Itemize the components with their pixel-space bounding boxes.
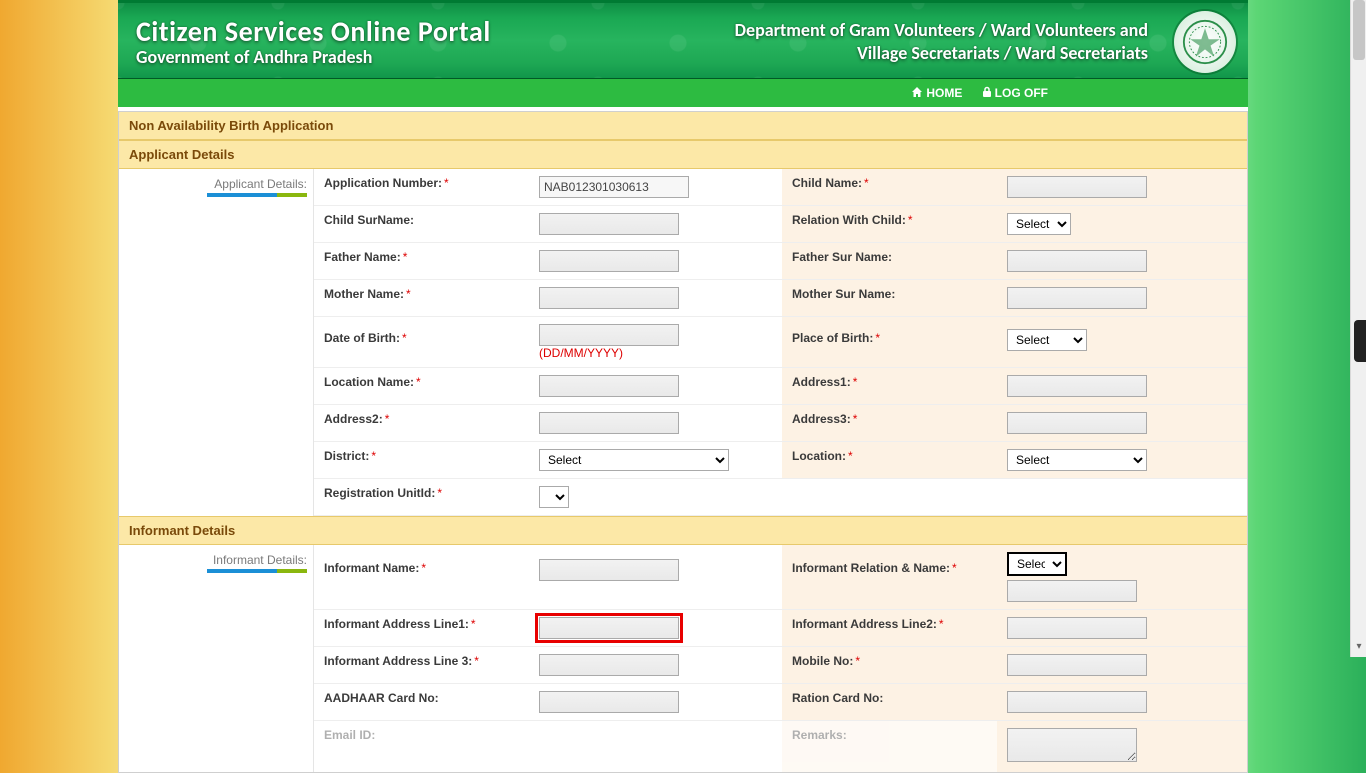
informant-addr3-label: Informant Address Line 3:	[324, 654, 472, 668]
location-label: Location:	[792, 449, 846, 463]
child-surname-label: Child SurName:	[324, 213, 414, 227]
informant-side-label-col: Informant Details:	[119, 545, 313, 772]
ration-card-input[interactable]	[1007, 691, 1147, 713]
address2-label: Address2:	[324, 412, 383, 426]
relation-with-child-select[interactable]: Select	[1007, 213, 1071, 235]
informant-relation-label: Informant Relation & Name:	[792, 561, 950, 575]
scrollbar-down-arrow-icon[interactable]: ▾	[1353, 641, 1365, 655]
page-container: Citizen Services Online Portal Governmen…	[118, 0, 1248, 773]
applicant-side-label: Applicant Details:	[214, 177, 307, 191]
father-surname-label: Father Sur Name:	[792, 250, 892, 264]
registration-unit-select[interactable]	[539, 486, 569, 508]
child-name-input[interactable]	[1007, 176, 1147, 198]
mobile-no-input[interactable]	[1007, 654, 1147, 676]
top-navbar: HOME LOG OFF	[118, 79, 1248, 107]
applicant-form-area: Applicant Details: Application Number:* …	[119, 169, 1247, 516]
informant-relation-select[interactable]: Select	[1007, 552, 1067, 576]
home-link[interactable]: HOME	[911, 86, 965, 100]
location-select[interactable]: Select	[1007, 449, 1147, 471]
father-name-label: Father Name:	[324, 250, 401, 264]
email-id-label: Email ID:	[324, 728, 375, 742]
applicant-grid: Application Number:* Child Name:* Child …	[313, 169, 1247, 516]
dob-format-hint: (DD/MM/YYYY)	[539, 346, 623, 360]
lock-icon	[982, 80, 992, 108]
address1-label: Address1:	[792, 375, 851, 389]
decorative-underline	[207, 569, 307, 573]
address1-input[interactable]	[1007, 375, 1147, 397]
informant-name-label: Informant Name:	[324, 561, 419, 575]
logoff-link[interactable]: LOG OFF	[982, 86, 1048, 100]
header-banner: Citizen Services Online Portal Governmen…	[118, 0, 1248, 79]
mother-name-input[interactable]	[539, 287, 679, 309]
ration-card-label: Ration Card No:	[792, 691, 883, 705]
father-surname-input[interactable]	[1007, 250, 1147, 272]
aadhaar-input[interactable]	[539, 691, 679, 713]
page-title-bar: Non Availability Birth Application	[119, 112, 1247, 140]
relation-with-child-label: Relation With Child:	[792, 213, 906, 227]
department-line1: Department of Gram Volunteers / Ward Vol…	[735, 19, 1148, 42]
application-number-input[interactable]	[539, 176, 689, 198]
informant-addr2-input[interactable]	[1007, 617, 1147, 639]
registration-unit-label: Registration UnitId:	[324, 486, 435, 500]
address3-input[interactable]	[1007, 412, 1147, 434]
home-icon	[911, 80, 923, 108]
mother-name-label: Mother Name:	[324, 287, 404, 301]
department-name: Department of Gram Volunteers / Ward Vol…	[735, 19, 1148, 64]
child-surname-input[interactable]	[539, 213, 679, 235]
informant-section-bar: Informant Details	[119, 516, 1247, 545]
informant-relation-name-input[interactable]	[1007, 580, 1137, 602]
side-tab-handle[interactable]	[1354, 320, 1366, 362]
department-line2: Village Secretariats / Ward Secretariats	[735, 42, 1148, 65]
mobile-no-label: Mobile No:	[792, 654, 853, 668]
informant-addr1-label: Informant Address Line1:	[324, 617, 469, 631]
informant-addr1-input[interactable]	[539, 617, 679, 639]
location-name-input[interactable]	[539, 375, 679, 397]
aadhaar-label: AADHAAR Card No:	[324, 691, 439, 705]
home-link-label: HOME	[926, 86, 962, 100]
informant-grid: Informant Name:* Informant Relation & Na…	[313, 545, 1247, 772]
content-panel: Non Availability Birth Application Appli…	[118, 111, 1248, 773]
informant-name-input[interactable]	[539, 559, 679, 581]
remarks-textarea[interactable]	[1007, 728, 1137, 762]
dob-label: Date of Birth:	[324, 331, 400, 345]
address3-label: Address3:	[792, 412, 851, 426]
state-seal-icon	[1174, 11, 1236, 73]
district-select[interactable]: Select	[539, 449, 729, 471]
address2-input[interactable]	[539, 412, 679, 434]
mother-surname-label: Mother Sur Name:	[792, 287, 895, 301]
decorative-underline	[207, 193, 307, 197]
location-name-label: Location Name:	[324, 375, 414, 389]
dob-input[interactable]	[539, 324, 679, 346]
place-of-birth-label: Place of Birth:	[792, 331, 873, 345]
informant-form-area: Informant Details: Informant Name:* Info…	[119, 545, 1247, 772]
mother-surname-input[interactable]	[1007, 287, 1147, 309]
father-name-input[interactable]	[539, 250, 679, 272]
logoff-link-label: LOG OFF	[995, 86, 1048, 100]
child-name-label: Child Name:	[792, 176, 862, 190]
district-label: District:	[324, 449, 369, 463]
application-number-label: Application Number:	[324, 176, 442, 190]
informant-addr3-input[interactable]	[539, 654, 679, 676]
applicant-side-label-col: Applicant Details:	[119, 169, 313, 516]
applicant-section-bar: Applicant Details	[119, 140, 1247, 169]
informant-side-label: Informant Details:	[213, 553, 307, 567]
informant-addr2-label: Informant Address Line2:	[792, 617, 937, 631]
place-of-birth-select[interactable]: Select	[1007, 329, 1087, 351]
remarks-label: Remarks:	[792, 728, 847, 742]
scrollbar-thumb[interactable]	[1353, 0, 1365, 60]
